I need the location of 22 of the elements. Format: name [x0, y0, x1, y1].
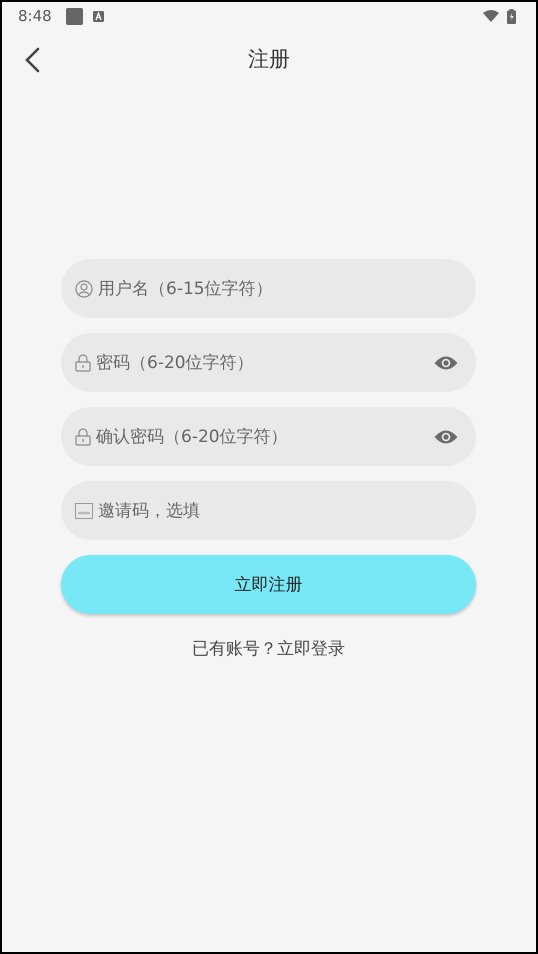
battery-icon [507, 8, 516, 24]
register-button[interactable]: 立即注册 [61, 555, 476, 614]
text-input[interactable]: 用户名（6-15位字符） [98, 278, 458, 298]
status-time: 8:48 [18, 7, 52, 25]
notification-icon [66, 8, 83, 24]
user-icon [75, 280, 93, 298]
lock-icon [75, 428, 91, 446]
wifi-icon [483, 10, 499, 22]
page-title: 注册 [248, 46, 290, 73]
input-field[interactable]: 邀请码，选填 [61, 481, 476, 540]
code-icon [75, 502, 93, 518]
input-field[interactable]: 密码（6-20位字符） [61, 333, 476, 392]
input-field[interactable]: 确认密码（6-20位字符） [61, 407, 476, 466]
keyboard-icon [92, 10, 104, 22]
eye-icon[interactable] [434, 354, 458, 370]
text-input[interactable]: 密码（6-20位字符） [96, 352, 429, 372]
eye-icon[interactable] [434, 428, 458, 444]
input-field[interactable]: 用户名（6-15位字符） [61, 259, 476, 318]
login-link[interactable]: 已有账号？立即登录 [192, 637, 345, 660]
text-input[interactable]: 邀请码，选填 [98, 500, 458, 520]
lock-icon [75, 354, 91, 372]
text-input[interactable]: 确认密码（6-20位字符） [96, 426, 429, 446]
